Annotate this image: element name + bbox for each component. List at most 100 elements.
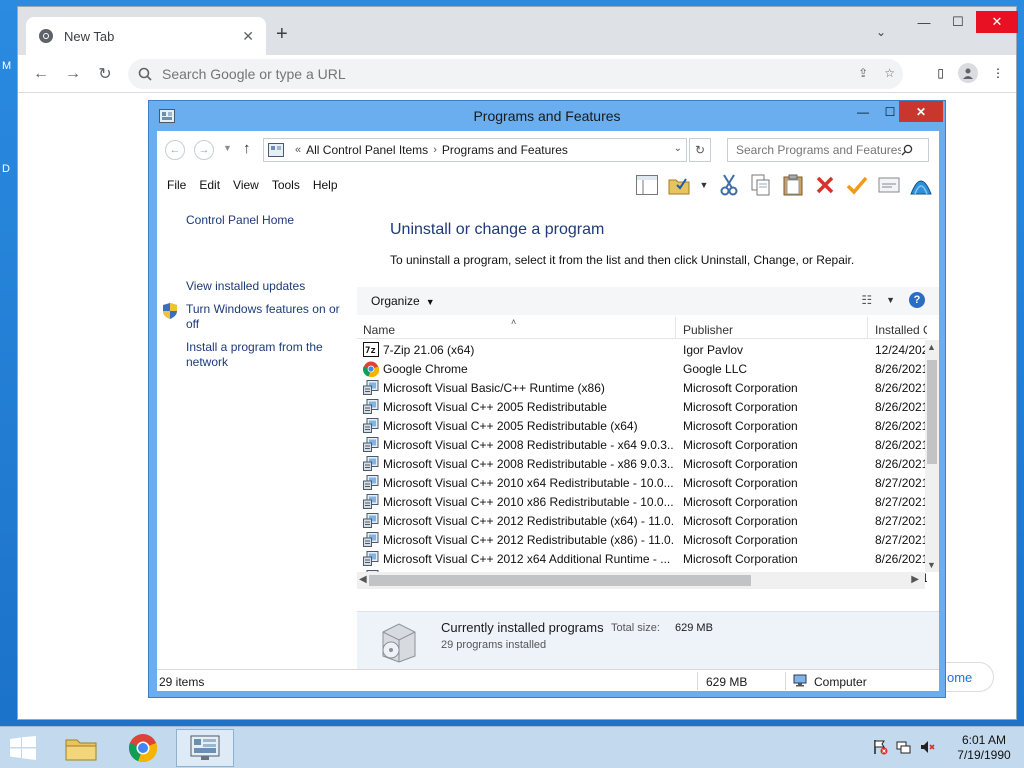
chevron-down-icon[interactable]: ▼ xyxy=(699,173,709,197)
chevron-down-icon[interactable]: ▼ xyxy=(886,295,895,305)
column-divider[interactable] xyxy=(675,317,676,339)
horizontal-scrollbar[interactable]: ◀ ▶ xyxy=(357,572,925,589)
taskbar-file-explorer[interactable] xyxy=(52,729,110,767)
program-row[interactable]: 7z 7-Zip 21.06 (x64) Igor Pavlov 12/24/2021 xyxy=(357,340,927,359)
scroll-left-icon[interactable]: ◀ xyxy=(359,574,367,585)
avatar[interactable] xyxy=(958,63,978,83)
reload-icon[interactable]: ↻ xyxy=(94,63,116,85)
delete-icon[interactable] xyxy=(813,173,837,197)
forward-icon[interactable]: → xyxy=(62,63,84,85)
shell-icon[interactable] xyxy=(909,173,933,197)
chevron-right-icon[interactable]: › xyxy=(433,144,437,156)
address-row: ← → ▼ ↑ « All Control Panel Items › Prog… xyxy=(157,131,939,169)
program-row[interactable]: Microsoft Visual C++ 2008 Redistributabl… xyxy=(357,454,927,473)
menu-view[interactable]: View xyxy=(233,178,259,192)
help-icon[interactable]: ? xyxy=(909,292,925,308)
installer-icon xyxy=(363,532,379,547)
program-row[interactable]: Microsoft Visual C++ 2005 Redistributabl… xyxy=(357,397,927,416)
close-button[interactable]: ✕ xyxy=(899,101,943,122)
network-icon[interactable] xyxy=(896,739,912,758)
menu-help[interactable]: Help xyxy=(313,178,338,192)
search-input[interactable] xyxy=(736,143,901,157)
new-tab-button[interactable]: + xyxy=(276,23,288,45)
program-row[interactable]: Microsoft Visual C++ 2005 Redistributabl… xyxy=(357,416,927,435)
tab-new-tab[interactable]: New Tab ✕ xyxy=(26,17,266,55)
program-row[interactable]: Microsoft Visual C++ 2008 Redistributabl… xyxy=(357,435,927,454)
refresh-icon[interactable]: ↻ xyxy=(689,138,711,162)
minimize-button[interactable]: — xyxy=(849,101,877,122)
scroll-down-icon[interactable]: ▼ xyxy=(927,560,936,570)
back-icon[interactable]: ← xyxy=(165,140,185,160)
copy-icon[interactable] xyxy=(749,173,773,197)
properties-icon[interactable] xyxy=(877,173,901,197)
omnibox-input[interactable] xyxy=(162,66,802,82)
view-installed-updates-link[interactable]: View installed updates xyxy=(186,279,305,294)
program-publisher: Microsoft Corporation xyxy=(683,419,798,433)
up-arrow-icon[interactable]: ↑ xyxy=(243,140,251,157)
chevron-down-icon[interactable]: ▼ xyxy=(223,143,232,153)
program-installed-date: 8/26/2021 xyxy=(875,419,927,433)
scroll-thumb[interactable] xyxy=(369,575,751,586)
scroll-thumb[interactable] xyxy=(927,360,937,464)
organize-button[interactable]: Organize ▼ xyxy=(371,294,435,308)
column-publisher[interactable]: Publisher xyxy=(683,323,733,337)
program-row[interactable]: Microsoft Visual C++ 2010 x86 Redistribu… xyxy=(357,492,927,511)
program-row[interactable]: Microsoft Visual C++ 2012 Redistributabl… xyxy=(357,511,927,530)
scroll-right-icon[interactable]: ▶ xyxy=(911,574,919,585)
taskbar-chrome[interactable] xyxy=(114,729,172,767)
system-clock[interactable]: 6:01 AM 7/19/1990 xyxy=(952,733,1016,763)
side-panel-icon[interactable]: ▯ xyxy=(937,66,944,80)
program-row[interactable]: Google Chrome Google LLC 8/26/2021 xyxy=(357,359,927,378)
program-row[interactable]: Microsoft Visual C++ 2012 x64 Additional… xyxy=(357,549,927,568)
star-icon[interactable]: ☆ xyxy=(884,66,895,80)
menu-edit[interactable]: Edit xyxy=(199,178,220,192)
kebab-menu-icon[interactable]: ⋮ xyxy=(992,66,1004,80)
menu-file[interactable]: File xyxy=(167,178,186,192)
address-bar[interactable]: « All Control Panel Items › Programs and… xyxy=(263,138,687,162)
program-installed-date: 8/26/2021 xyxy=(875,362,927,376)
chevron-down-icon: ▼ xyxy=(425,297,435,307)
check-icon[interactable] xyxy=(845,173,869,197)
chevron-down-icon[interactable]: ⌄ xyxy=(876,25,886,39)
action-center-flag-icon[interactable] xyxy=(872,739,888,758)
maximize-button[interactable]: ☐ xyxy=(940,11,976,33)
program-row[interactable]: Microsoft Visual C++ 2012 Redistributabl… xyxy=(357,530,927,549)
folder-check-icon[interactable] xyxy=(667,173,691,197)
share-icon[interactable]: ⇪ xyxy=(858,66,868,80)
windows-features-link[interactable]: Turn Windows features on or off xyxy=(186,302,346,332)
control-panel-home-link[interactable]: Control Panel Home xyxy=(186,213,294,228)
scroll-up-icon[interactable]: ▲ xyxy=(927,342,936,352)
status-divider xyxy=(697,672,698,690)
program-installed-date: 8/26/2021 xyxy=(875,381,927,395)
column-installed-on[interactable]: Installed On xyxy=(875,323,927,337)
program-name: Microsoft Visual C++ 2012 Redistributabl… xyxy=(383,514,673,528)
back-icon[interactable]: ← xyxy=(30,63,52,85)
taskbar-control-panel[interactable] xyxy=(176,729,234,767)
column-divider[interactable] xyxy=(867,317,868,339)
volume-muted-icon[interactable] xyxy=(920,739,936,758)
cut-icon[interactable] xyxy=(717,173,741,197)
column-name[interactable]: Name xyxy=(363,323,395,337)
window-titlebar[interactable]: Programs and Features — ☐ ✕ xyxy=(149,101,945,131)
breadcrumb-programs-and-features[interactable]: Programs and Features xyxy=(442,143,568,157)
program-row[interactable]: Microsoft Visual C++ 2010 x64 Redistribu… xyxy=(357,473,927,492)
view-options-icon[interactable]: ☷ xyxy=(861,293,872,307)
menu-tools[interactable]: Tools xyxy=(272,178,300,192)
breadcrumb-all-control-panel-items[interactable]: All Control Panel Items xyxy=(306,143,428,157)
vertical-scrollbar[interactable]: ▲ ▼ xyxy=(925,340,939,572)
close-button[interactable]: ✕ xyxy=(976,11,1018,33)
start-button[interactable] xyxy=(6,733,40,763)
close-icon[interactable]: ✕ xyxy=(242,28,254,45)
paste-icon[interactable] xyxy=(781,173,805,197)
chevron-down-icon[interactable]: ⌄ xyxy=(674,143,682,154)
search-box[interactable] xyxy=(727,138,929,162)
computer-icon xyxy=(793,674,807,687)
pane-icon[interactable] xyxy=(635,173,659,197)
omnibox[interactable]: ⇪ ☆ xyxy=(128,59,903,89)
forward-icon[interactable]: → xyxy=(194,140,214,160)
minimize-button[interactable]: — xyxy=(906,11,942,33)
program-installed-date: 8/26/2021 xyxy=(875,438,927,452)
program-row[interactable]: Microsoft Visual Basic/C++ Runtime (x86)… xyxy=(357,378,927,397)
breadcrumb-overflow[interactable]: « xyxy=(295,144,301,156)
install-from-network-link[interactable]: Install a program from the network xyxy=(186,340,336,370)
